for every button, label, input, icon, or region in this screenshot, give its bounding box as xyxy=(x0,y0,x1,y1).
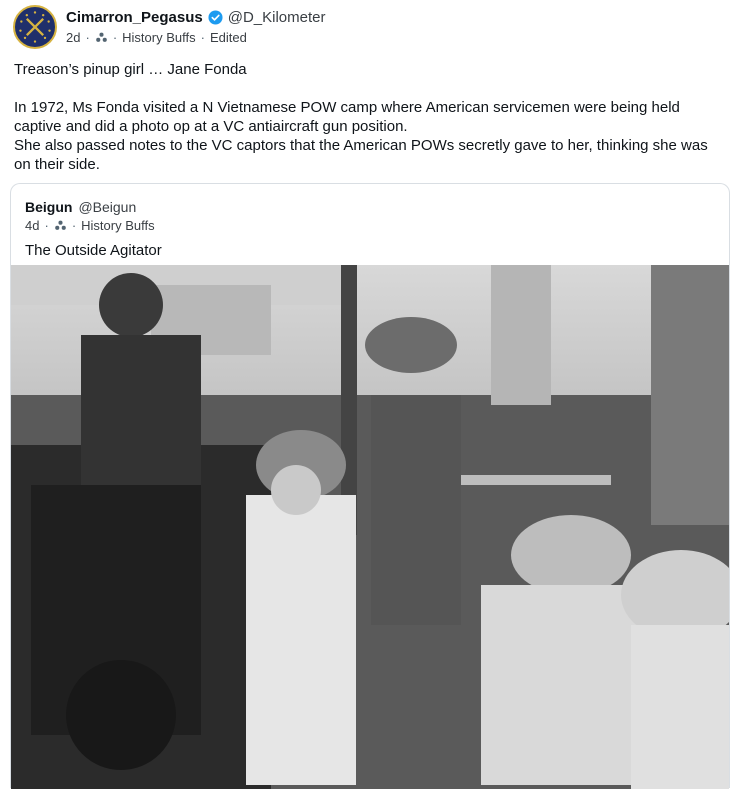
post-text-line: She also passed notes to the VC captors … xyxy=(14,137,708,173)
author-handle[interactable]: @D_Kilometer xyxy=(228,9,326,26)
community-icon xyxy=(54,219,67,232)
quote-community-name[interactable]: History Buffs xyxy=(81,218,154,233)
community-name[interactable]: History Buffs xyxy=(122,30,195,45)
separator-dot: · xyxy=(71,218,77,233)
quote-author-handle[interactable]: @Beigun xyxy=(78,199,136,215)
separator-dot: · xyxy=(85,30,90,45)
post-age[interactable]: 2d xyxy=(66,30,80,45)
avatar[interactable] xyxy=(13,5,57,49)
post-body: Treason’s pinup girl … Jane Fonda In 197… xyxy=(14,60,726,174)
crossed-rifles-emblem-icon xyxy=(16,8,54,46)
separator-dot: · xyxy=(200,30,205,45)
separator-dot: · xyxy=(44,218,49,233)
edited-label[interactable]: Edited xyxy=(210,30,247,45)
quote-text: The Outside Agitator xyxy=(25,242,162,259)
post-card[interactable]: Cimarron_Pegasus @D_Kilometer 2d · · His… xyxy=(0,0,735,789)
separator-dot: · xyxy=(112,30,118,45)
community-icon xyxy=(95,31,108,44)
verified-badge-icon xyxy=(208,10,223,25)
author-display-name[interactable]: Cimarron_Pegasus xyxy=(66,9,203,26)
post-text-line: Treason’s pinup girl … Jane Fonda xyxy=(14,61,247,78)
quoted-post[interactable]: Beigun @Beigun 4d · · History Buffs The … xyxy=(10,183,730,789)
quote-photo[interactable] xyxy=(11,265,729,789)
quote-age[interactable]: 4d xyxy=(25,218,39,233)
post-text-line: In 1972, Ms Fonda visited a N Vietnamese… xyxy=(14,99,680,135)
quote-author-display-name[interactable]: Beigun xyxy=(25,199,72,215)
black-and-white-photo xyxy=(11,265,729,789)
